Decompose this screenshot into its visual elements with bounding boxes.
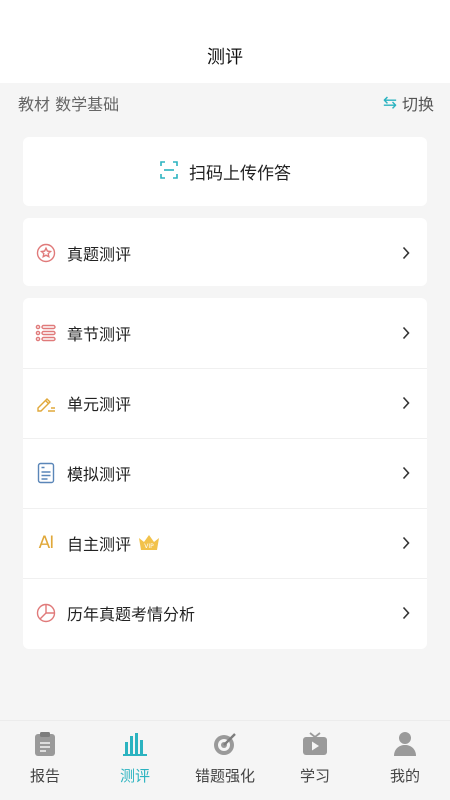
user-icon [392,731,418,757]
tab-label: 报告 [29,767,60,785]
document-icon [35,462,57,484]
ai-text-icon: AI [35,532,57,554]
scan-upload-button[interactable]: 扫码上传作答 [23,137,427,206]
ai-text: AI [38,533,55,553]
list-item-self-assessment[interactable]: AI 自主测评 VIP [23,508,427,578]
chevron-right-icon [399,536,413,550]
list-item-label: 历年真题考情分析 [67,605,196,624]
page-title: 测评 [207,46,243,68]
pencil-icon [35,392,57,414]
tab-label: 我的 [389,767,420,785]
chevron-right-icon [399,606,413,620]
bar-chart-icon [122,731,148,757]
list-item-mock[interactable]: 模拟测评 [23,438,427,508]
tab-mistakes[interactable]: 错题强化 [180,721,270,800]
tab-label: 学习 [299,767,330,785]
vip-crown-icon: VIP [137,534,161,552]
textbook-row: 教材 数学基础 ⇆ 切换 [0,83,450,123]
list-item-label: 模拟测评 [67,465,132,484]
scan-code-icon [159,160,179,184]
app-header: 测评 [0,28,450,83]
switch-textbook-button[interactable]: ⇆ 切换 [383,91,434,115]
self-assessment-label: 自主测评 [67,535,132,554]
tab-label: 错题强化 [194,767,255,785]
tab-study[interactable]: 学习 [270,721,360,800]
list-item-label: 真题测评 [67,245,132,264]
tab-assessment[interactable]: 测评 [90,721,180,800]
tab-profile[interactable]: 我的 [360,721,450,800]
star-circle-icon [35,242,57,264]
pie-chart-icon [35,602,57,624]
tab-report[interactable]: 报告 [0,721,90,800]
assessment-list-card: 章节测评 单元测评 模拟测评 AI 自主测评 VIP 历年真题考情分析 [23,298,427,649]
tv-play-icon [302,731,328,757]
bottom-tab-bar: 报告 测评 错题强化 学习 我的 [0,720,450,800]
chevron-right-icon [399,396,413,410]
target-pen-icon [212,731,238,757]
tab-label: 测评 [119,767,150,785]
list-item-exam-analysis[interactable]: 历年真题考情分析 [23,578,427,648]
list-item-unit[interactable]: 单元测评 [23,368,427,438]
swap-arrows-icon: ⇆ [382,93,397,113]
list-item-label: 自主测评 VIP [67,531,399,555]
status-bar [0,0,450,28]
exam-section-card: 真题测评 [23,218,427,286]
chevron-right-icon [399,246,413,260]
switch-label: 切换 [401,95,434,114]
scan-upload-label: 扫码上传作答 [189,164,291,184]
clipboard-icon [32,731,58,757]
list-item-chapter[interactable]: 章节测评 [23,298,427,368]
list-item-label: 单元测评 [67,395,132,414]
chevron-right-icon [399,326,413,340]
list-item-label: 章节测评 [67,325,132,344]
list-bullets-icon [35,322,57,344]
list-item-real-exam[interactable]: 真题测评 [23,218,427,288]
chevron-right-icon [399,466,413,480]
vip-badge-text: VIP [144,543,154,550]
textbook-label: 教材 数学基础 [18,95,120,114]
